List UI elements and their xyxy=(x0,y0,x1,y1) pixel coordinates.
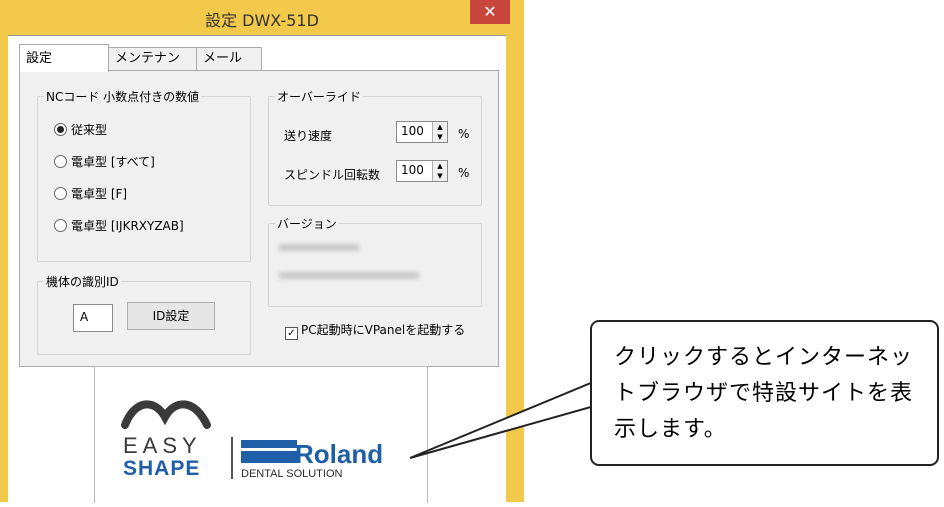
tab-settings-label: 設定 xyxy=(26,51,53,66)
callout-balloon: クリックするとインターネットブラウザで特設サイトを表示します。 xyxy=(590,320,939,466)
callout-text: クリックするとインターネットブラウザで特設サイトを表示します。 xyxy=(614,345,914,442)
tab-settings[interactable]: 設定 xyxy=(19,44,109,72)
